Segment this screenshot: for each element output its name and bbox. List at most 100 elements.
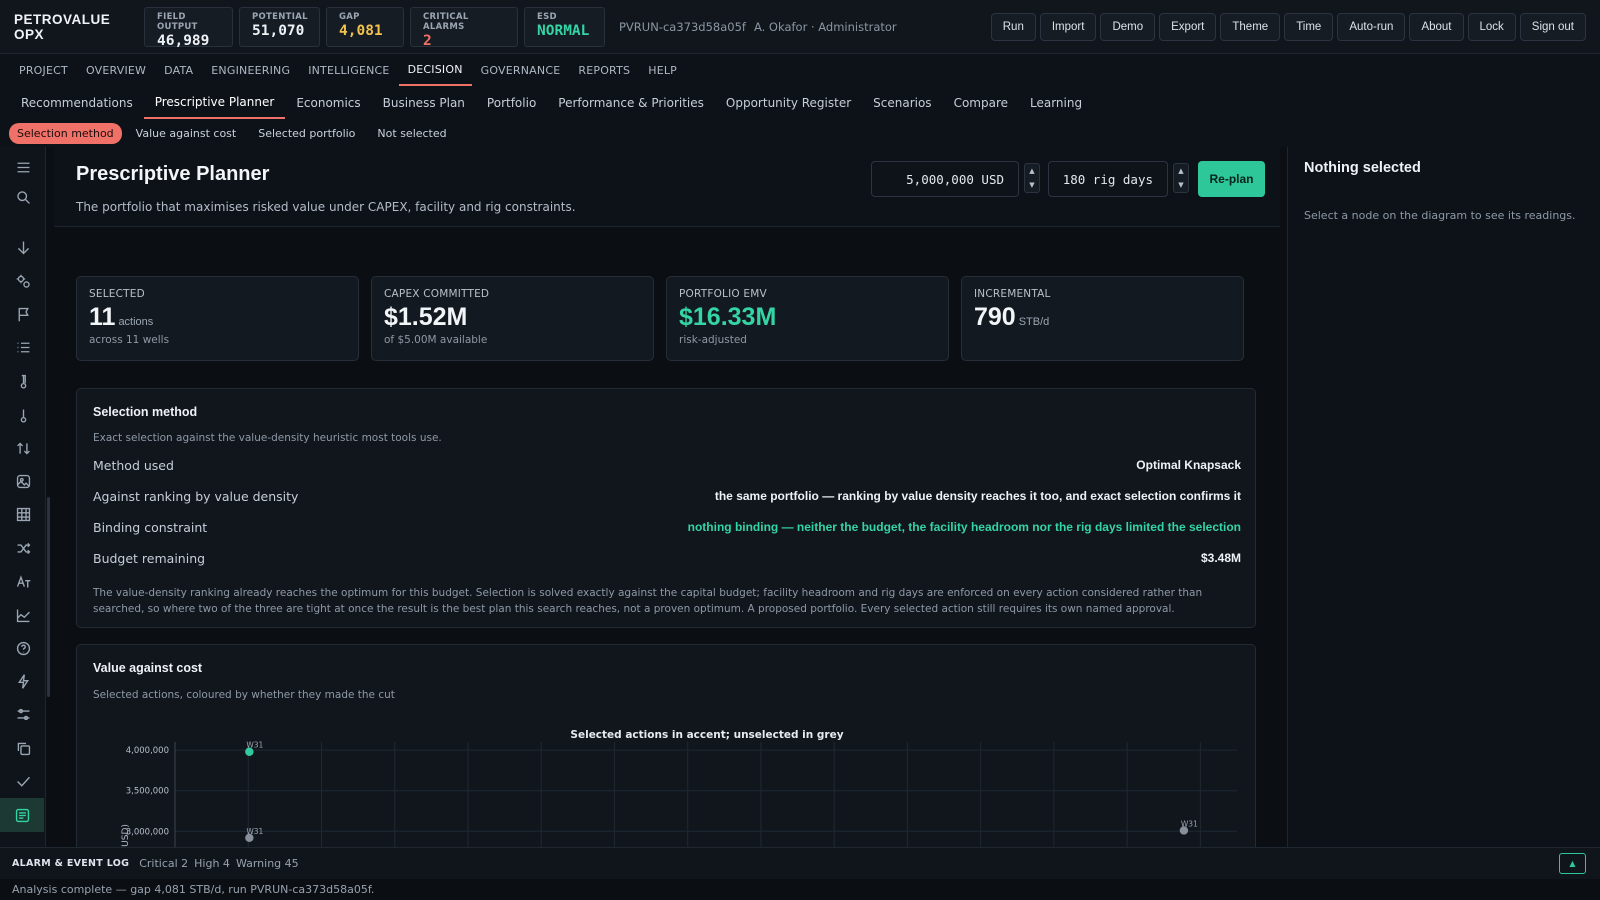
tab-business-plan[interactable]: Business Plan [372, 86, 476, 119]
rail-scrollbar[interactable] [47, 497, 50, 697]
row-key: Against ranking by value density [93, 488, 299, 504]
alarm-count-warning: Warning 45 [235, 857, 299, 870]
kpi-field-output: FIELD OUTPUT 46,989 [144, 6, 233, 49]
planner-icon[interactable] [0, 798, 44, 832]
tab-scenarios[interactable]: Scenarios [862, 86, 942, 119]
flag-icon[interactable] [13, 304, 33, 324]
drawer-description: Select a node on the diagram to see its … [1304, 209, 1576, 222]
shuffle-icon[interactable] [13, 538, 33, 558]
page-header: Prescriptive Planner The portfolio that … [54, 147, 1280, 227]
menu-icon[interactable] [13, 157, 33, 177]
area-chart-icon[interactable] [13, 605, 33, 625]
check-icon[interactable] [13, 771, 33, 791]
kpi-esd: ESD NORMAL [524, 6, 605, 47]
sliders-icon[interactable] [13, 704, 33, 724]
kpi-label: ESD [537, 11, 557, 22]
export-button[interactable]: Export [1159, 13, 1217, 41]
time-button[interactable]: Time [1284, 13, 1334, 41]
nav-reports[interactable]: REPORTS [569, 54, 639, 86]
tab-economics[interactable]: Economics [285, 86, 371, 119]
budget-input[interactable]: 5,000,000 USD [871, 161, 1019, 197]
alarm-log-bar[interactable]: ALARM & EVENT LOG Critical 2 High 4 Warn… [0, 847, 1600, 879]
expand-log-icon[interactable]: ▲ [1559, 853, 1586, 874]
tab-compare[interactable]: Compare [943, 86, 1019, 119]
main-nav: PROJECT OVERVIEW DATA ENGINEERING INTELL… [0, 54, 1600, 86]
card-incremental: INCREMENTAL 790 STB/d [961, 276, 1244, 361]
tab-prescriptive-planner[interactable]: Prescriptive Planner [143, 86, 286, 119]
chart-title: Selected actions in accent; unselected i… [570, 729, 843, 741]
translate-icon[interactable] [13, 571, 33, 591]
card-label: INCREMENTAL [974, 288, 1051, 300]
kpi-label: FIELD OUTPUT [157, 11, 198, 32]
y-tick-label: 3,500,000 [126, 787, 169, 797]
sign-out-button[interactable]: Sign out [1519, 13, 1586, 41]
main-content: Prescriptive Planner The portfolio that … [54, 147, 1280, 847]
nav-data[interactable]: DATA [155, 54, 202, 86]
thermometer-icon[interactable] [13, 371, 33, 391]
anchor-value-against-cost[interactable]: Value against cost [128, 123, 245, 144]
kpi-value: 4,081 [339, 22, 383, 39]
user-info: A. Okafor · Administrator [753, 19, 897, 34]
run-button[interactable]: Run [990, 13, 1036, 41]
panel-title: Value against cost [93, 661, 203, 675]
tab-portfolio[interactable]: Portfolio [476, 86, 547, 119]
copy-icon[interactable] [13, 738, 33, 758]
table-icon[interactable] [13, 504, 33, 524]
rig-days-stepper[interactable]: ▲ ▼ [1173, 163, 1189, 193]
card-value: $16.33M [679, 303, 777, 331]
list-icon[interactable] [13, 337, 33, 357]
y-axis-label: Value (USD) [121, 824, 131, 847]
budget-stepper[interactable]: ▲ ▼ [1024, 163, 1040, 193]
tab-learning[interactable]: Learning [1019, 86, 1093, 119]
search-icon[interactable] [13, 187, 33, 207]
arrow-down-icon[interactable] [13, 237, 33, 257]
tab-performance-priorities[interactable]: Performance & Priorities [547, 86, 715, 119]
card-value: $1.52M [384, 303, 468, 331]
toolbar: Run Import Demo Export Theme Time Auto-r… [990, 13, 1586, 41]
run-id: PVRUN-ca373d58a05f [619, 19, 746, 34]
nav-overview[interactable]: OVERVIEW [77, 54, 155, 86]
theme-button[interactable]: Theme [1220, 13, 1281, 41]
stepper-down-icon[interactable]: ▼ [1029, 181, 1034, 189]
alarm-count-critical: Critical 2 [139, 857, 189, 870]
lock-button[interactable]: Lock [1467, 13, 1516, 41]
auto-run-button[interactable]: Auto-run [1337, 13, 1406, 41]
gears-icon[interactable] [13, 271, 33, 291]
nav-engineering[interactable]: ENGINEERING [202, 54, 299, 86]
tab-opportunity-register[interactable]: Opportunity Register [715, 86, 862, 119]
nav-project[interactable]: PROJECT [10, 54, 77, 86]
import-button[interactable]: Import [1039, 13, 1097, 41]
image-icon[interactable] [13, 471, 33, 491]
card-sub: across 11 wells [89, 334, 170, 346]
alarm-log-title: ALARM & EVENT LOG [12, 858, 130, 869]
nav-decision[interactable]: DECISION [398, 54, 472, 86]
page-subtitle: The portfolio that maximises risked valu… [76, 200, 576, 214]
nav-governance[interactable]: GOVERNANCE [472, 54, 570, 86]
stepper-up-icon[interactable]: ▲ [1029, 167, 1034, 175]
card-sub: risk-adjusted [679, 334, 747, 346]
replan-button[interactable]: Re-plan [1198, 161, 1265, 197]
nav-help[interactable]: HELP [639, 54, 686, 86]
kpi-label: POTENTIAL [252, 11, 308, 22]
gauge-icon[interactable] [13, 405, 33, 425]
sort-arrows-icon[interactable] [13, 438, 33, 458]
stepper-down-icon[interactable]: ▼ [1178, 181, 1183, 189]
nav-intelligence[interactable]: INTELLIGENCE [299, 54, 398, 86]
about-button[interactable]: About [1409, 13, 1464, 41]
help-icon[interactable] [13, 638, 33, 658]
anchor-not-selected[interactable]: Not selected [369, 123, 454, 144]
rig-days-input[interactable]: 180 rig days [1048, 161, 1168, 197]
row-value: nothing binding — neither the budget, th… [687, 520, 1241, 534]
selection-method-panel: Selection method Exact selection against… [76, 388, 1256, 628]
lightning-icon[interactable] [13, 671, 33, 691]
demo-button[interactable]: Demo [1100, 13, 1156, 41]
card-unit: STB/d [1018, 316, 1050, 328]
alarm-count-high: High 4 [194, 857, 230, 870]
anchor-selected-portfolio[interactable]: Selected portfolio [250, 123, 363, 144]
anchor-selection-method[interactable]: Selection method [9, 122, 122, 144]
stepper-up-icon[interactable]: ▲ [1178, 167, 1183, 175]
summary-cards: SELECTED 11 actions across 11 wells CAPEX… [76, 276, 1244, 361]
brand-logo: PETROVALUE OPX [14, 11, 111, 42]
tab-recommendations[interactable]: Recommendations [10, 86, 144, 119]
kpi-label: CRITICAL ALARMS [423, 11, 469, 32]
